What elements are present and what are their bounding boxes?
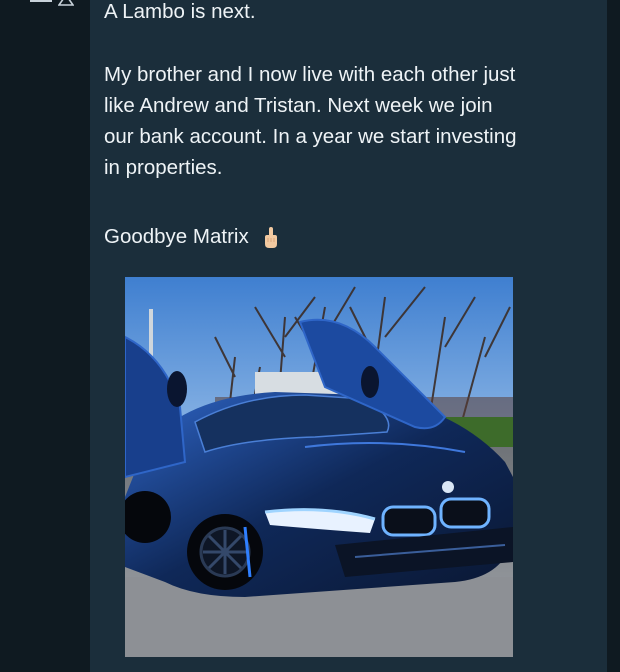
- divider-line: [30, 0, 52, 2]
- sign-off-text: Goodbye Matrix: [104, 225, 249, 248]
- user-avatar-fragment[interactable]: [26, 0, 78, 8]
- car-photo[interactable]: [125, 277, 513, 657]
- post-paragraph-line: My brother and I now live with each othe…: [104, 63, 516, 86]
- warning-icon: [58, 0, 74, 6]
- post-paragraph-line: in properties.: [104, 156, 223, 179]
- hand-pointing-up-icon: [265, 226, 278, 248]
- car-photo-image: [125, 277, 513, 657]
- post-sign-off: Goodbye Matrix: [104, 221, 280, 252]
- left-rail: [0, 0, 90, 657]
- post-paragraph-line: like Andrew and Tristan. Next week we jo…: [104, 94, 493, 117]
- post-first-line: A Lambo is next.: [104, 0, 256, 23]
- post-paragraph-line: our bank account. In a year we start inv…: [104, 125, 517, 148]
- scroll-gutter: [607, 0, 620, 657]
- post-paragraph: My brother and I now live with each othe…: [104, 59, 604, 183]
